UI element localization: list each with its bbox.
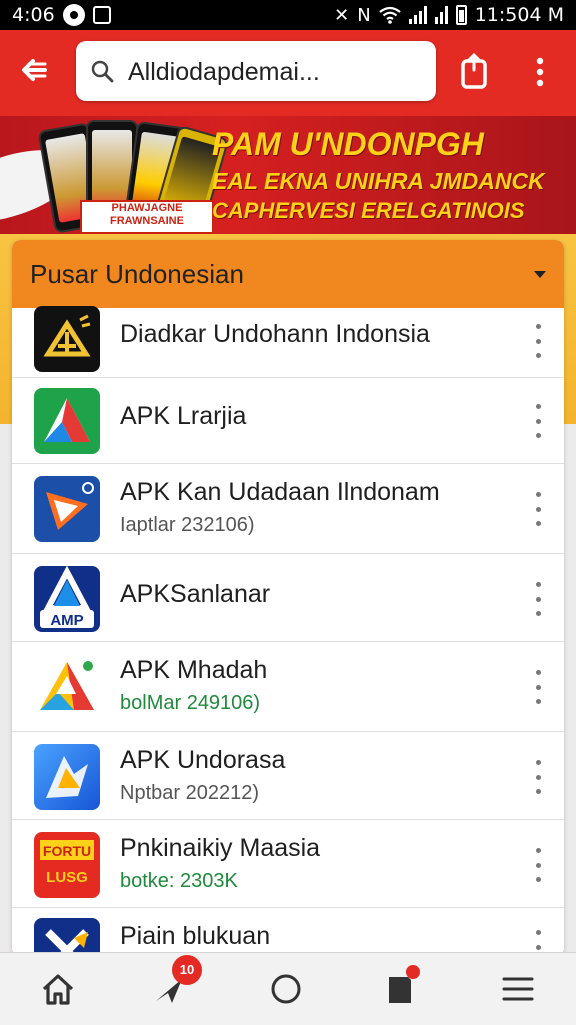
- list-item[interactable]: FORTU LUSG Pnkinaikiy Maasia botke: 2303…: [12, 820, 564, 908]
- amp-icon-text: AMP: [50, 612, 83, 629]
- list-item[interactable]: APK Undorasa Nptbar 202212): [12, 732, 564, 820]
- back-arrow-icon: [22, 59, 47, 81]
- banner-phones-illustration: PHAWJAGNE FRAWNSAINE: [37, 120, 230, 234]
- nfc-icon: N: [357, 4, 371, 26]
- menu-icon: [502, 977, 534, 1001]
- back-button[interactable]: [14, 50, 56, 92]
- signal-icon: [408, 6, 427, 24]
- app-name: APK Undorasa: [120, 746, 286, 774]
- bookmark-badge-dot: [406, 965, 420, 979]
- menu-button[interactable]: [494, 967, 542, 1011]
- more-options-icon[interactable]: [530, 404, 546, 438]
- bookmark-button[interactable]: [376, 965, 424, 1011]
- more-options-icon[interactable]: [530, 760, 546, 794]
- banner-tag: PHAWJAGNE FRAWNSAINE: [80, 200, 214, 234]
- banner-subline-2: CAPHERVESI ERELGATINOIS: [212, 198, 525, 223]
- more-options-icon[interactable]: [530, 670, 546, 704]
- app-icon-gold-arrow: [34, 306, 100, 372]
- app-meta: botke: 2303K: [120, 870, 238, 892]
- app-icon-blue-arrow: [34, 744, 100, 810]
- battery-icon: [455, 5, 467, 25]
- more-options-icon[interactable]: [530, 324, 546, 358]
- more-options-icon[interactable]: [530, 848, 546, 882]
- circle-button[interactable]: [262, 967, 310, 1011]
- share-button[interactable]: [454, 52, 494, 92]
- chevron-down-icon: [534, 270, 546, 278]
- app-icon-colorful-triangle: [34, 654, 100, 720]
- list-item[interactable]: APK Lrarjia: [12, 378, 564, 464]
- send-button[interactable]: 10: [144, 955, 202, 1011]
- url-input[interactable]: [126, 51, 426, 93]
- status-bar: 4:06 ✕ N 11:504 M: [0, 0, 576, 30]
- app-name: Piain blukuan: [120, 922, 271, 950]
- circle-icon: [62, 4, 85, 26]
- notification-badge: 10: [172, 955, 202, 985]
- app-meta: Nptbar 202212): [120, 782, 259, 804]
- app-name: APKSanlanar: [120, 580, 271, 608]
- status-time: 4:06: [12, 4, 55, 26]
- category-title: Pusar Undonesian: [30, 258, 244, 289]
- list-item[interactable]: APK Kan Udadaan Ilndonam Iaptlar 232106): [12, 464, 564, 554]
- circle-icon: [271, 974, 301, 1004]
- badge-icon-text-bottom: LUSG: [46, 869, 88, 886]
- more-options-icon[interactable]: [530, 582, 546, 616]
- app-icon-red-badge: FORTU LUSG: [34, 832, 100, 898]
- share-icon: [461, 52, 487, 89]
- search-icon: [91, 60, 114, 83]
- list-item[interactable]: Diadkar Undohann Indonsia: [12, 306, 564, 378]
- browser-toolbar: [0, 30, 576, 116]
- app-icon-star-arrow: [34, 476, 100, 542]
- status-clock: 11:504 M: [474, 4, 564, 26]
- app-name: APK Lrarjia: [120, 402, 247, 430]
- home-button[interactable]: [34, 967, 82, 1011]
- app-icon-amp: AMP: [34, 566, 100, 632]
- wifi-icon: [379, 6, 401, 24]
- app-meta: Iaptlar 232106): [120, 514, 255, 536]
- overflow-menu-button[interactable]: [520, 52, 560, 92]
- banner-headline: PAM U'NDONPGH: [212, 126, 484, 162]
- banner-subline-1: EAL EKNA UNIHRA JMDANCK: [212, 168, 545, 194]
- address-bar[interactable]: [76, 41, 436, 101]
- app-name: Pnkinaikiy Maasia: [120, 834, 321, 862]
- home-icon: [42, 974, 74, 1005]
- badge-icon-text-top: FORTU: [43, 843, 91, 859]
- category-dropdown[interactable]: Pusar Undonesian: [12, 240, 564, 308]
- signal-icon-2: [434, 6, 448, 24]
- app-name: APK Kan Udadaan Ilndonam: [120, 478, 440, 506]
- mute-icon: ✕: [334, 4, 350, 26]
- list-item[interactable]: APK Mhadah bolMar 249106): [12, 642, 564, 732]
- app-icon-dark-x: [34, 918, 100, 956]
- list-item[interactable]: Piain blukuan: [12, 908, 564, 956]
- screenshot-icon: [92, 6, 111, 24]
- more-options-icon[interactable]: [530, 492, 546, 526]
- more-vertical-icon: [536, 57, 544, 87]
- app-icon-green-triangle: [34, 388, 100, 454]
- app-meta: bolMar 249106): [120, 692, 261, 714]
- bottom-navigation: 10: [0, 952, 576, 1025]
- app-name: Diadkar Undohann Indonsia: [120, 320, 430, 348]
- app-name: APK Mhadah: [120, 656, 268, 684]
- list-item[interactable]: AMP APKSanlanar: [12, 554, 564, 642]
- category-panel: Pusar Undonesian Diadkar Undohann Indons…: [12, 240, 564, 956]
- promo-banner[interactable]: PHAWJAGNE FRAWNSAINE PAM U'NDONPGH EAL E…: [0, 116, 576, 234]
